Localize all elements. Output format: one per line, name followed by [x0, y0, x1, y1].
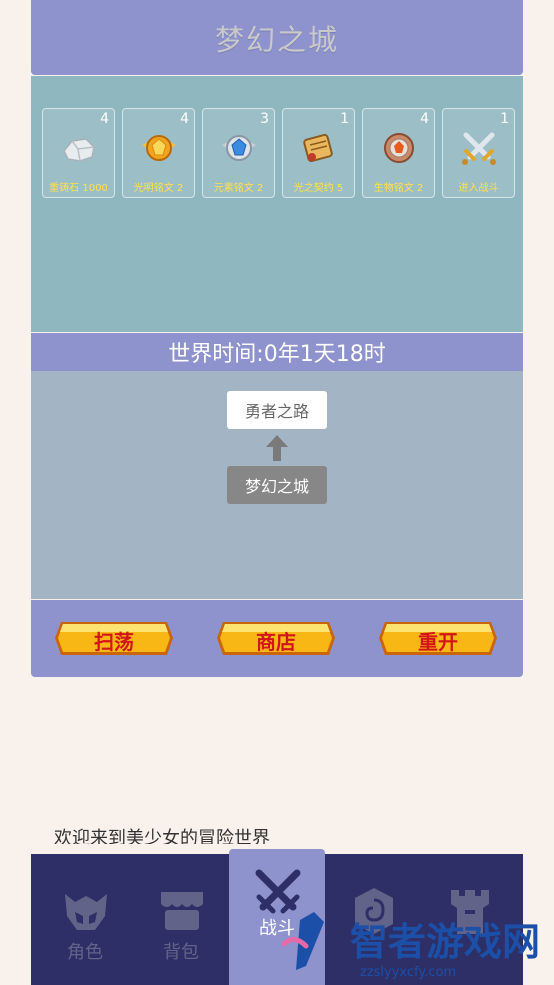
restart-button[interactable]: 重开 — [379, 620, 497, 657]
tab-backpack[interactable]: 背包 — [133, 854, 229, 985]
location-title-bar: 梦幻之城 — [31, 0, 523, 75]
item-count: 3 — [260, 111, 269, 127]
welcome-message: 欢迎来到美少女的冒险世界 — [54, 828, 270, 844]
watermark-logo-icon: 智者游戏网 zzslyyxcfy.com — [281, 912, 540, 980]
action-bar: 扫荡 商店 重开 — [31, 600, 523, 677]
site-watermark: 智者游戏网 zzslyyxcfy.com — [270, 900, 554, 985]
sweep-button[interactable]: 扫荡 — [55, 620, 173, 657]
inventory-slot-light-rune[interactable]: 4 光明铭文 2 — [122, 108, 195, 198]
light-scroll-icon — [303, 133, 333, 163]
element-rune-icon — [222, 135, 256, 161]
inventory-slot-element-rune[interactable]: 3 元素铭文 2 — [202, 108, 275, 198]
item-label: 光明铭文 2 — [133, 183, 184, 194]
shop-label: 商店 — [256, 630, 296, 654]
bio-rune-icon — [384, 133, 414, 163]
light-rune-icon — [142, 135, 176, 161]
item-count: 1 — [340, 111, 349, 127]
shop-bag-icon — [161, 892, 203, 930]
watermark-title: 智者游戏网 — [350, 920, 540, 964]
item-label: 重铸石 1000 — [49, 183, 108, 194]
watermark-url: zzslyyxcfy.com — [360, 965, 456, 980]
shop-button[interactable]: 商店 — [217, 620, 335, 657]
stage-map: 勇者之路 梦幻之城 — [31, 371, 523, 599]
stage-node-current[interactable]: 梦幻之城 — [227, 466, 327, 504]
tab-character-label: 角色 — [67, 942, 103, 963]
tab-backpack-label: 背包 — [163, 942, 199, 963]
location-title: 梦幻之城 — [214, 22, 339, 57]
sweep-label: 扫荡 — [94, 630, 134, 654]
inventory-slot-reforge-stone[interactable]: 4 重铸石 1000 — [42, 108, 115, 198]
crossed-swords-icon — [462, 132, 496, 165]
helmet-icon — [65, 894, 107, 930]
world-time-bar: 世界时间:0年1天18时 — [31, 333, 523, 371]
item-count: 4 — [100, 111, 109, 127]
item-label: 元素铭文 2 — [213, 183, 264, 194]
tab-character[interactable]: 角色 — [37, 854, 133, 985]
item-count: 4 — [180, 111, 189, 127]
item-label: 生物铭文 2 — [373, 183, 424, 194]
up-arrow-icon — [266, 435, 288, 461]
item-count: 4 — [420, 111, 429, 127]
world-time: 世界时间:0年1天18时 — [168, 342, 386, 367]
inventory-panel: 4 重铸石 1000 4 光明铭文 2 3 元素铭文 2 1 光之契约 5 4 … — [31, 76, 523, 332]
inventory-slot-bio-rune[interactable]: 4 生物铭文 2 — [362, 108, 435, 198]
silver-ore-icon — [63, 138, 95, 162]
item-count: 1 — [500, 111, 509, 127]
inventory-slot-enter-battle[interactable]: 1 进入战斗 — [442, 108, 515, 198]
restart-label: 重开 — [418, 630, 458, 654]
inventory-slot-light-contract[interactable]: 1 光之契约 5 — [282, 108, 355, 198]
stage-node-next[interactable]: 勇者之路 — [227, 391, 327, 429]
item-label: 光之契约 5 — [293, 183, 344, 194]
item-label: 进入战斗 — [458, 183, 499, 194]
